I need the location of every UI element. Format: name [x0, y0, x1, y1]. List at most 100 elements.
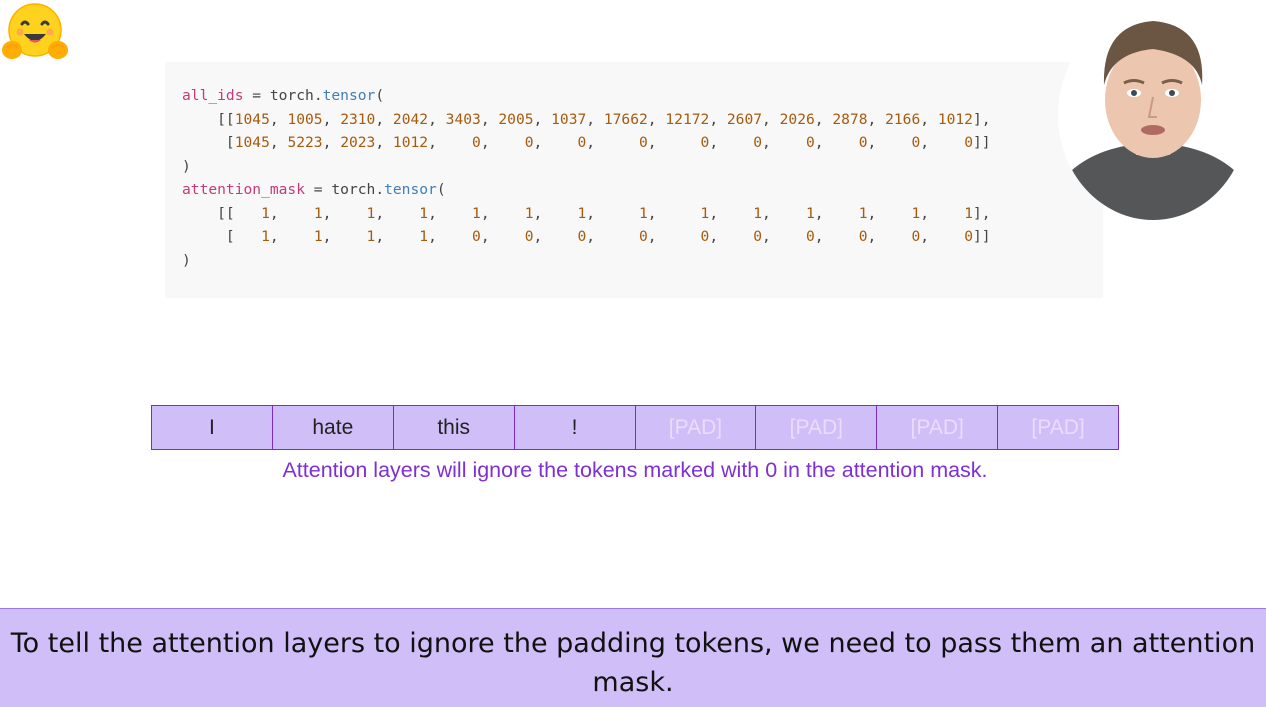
code-token: 0 — [577, 134, 587, 151]
code-line: [[1045, 1005, 2310, 2042, 3403, 2005, 10… — [182, 110, 990, 128]
code-token: [ — [182, 228, 262, 245]
code-token: , — [269, 228, 314, 245]
code-line: [ 1, 1, 1, 1, 0, 0, 0, 0, 0, 0, 0, 0, 0,… — [182, 228, 991, 245]
code-token: 1 — [261, 228, 270, 245]
code-token: , — [533, 134, 578, 151]
code-token: , — [322, 110, 341, 128]
code-token: , — [762, 228, 806, 245]
code-token: 0 — [700, 228, 710, 245]
code-token: ) — [182, 251, 191, 269]
code-token: , — [814, 228, 859, 245]
code-token: 1 — [858, 204, 868, 222]
code-token: tensor — [322, 87, 376, 104]
code-token: . — [375, 181, 385, 198]
pad-token-cell: [PAD] — [877, 406, 999, 449]
code-token: , — [428, 110, 446, 128]
code-line: ) — [182, 158, 191, 175]
code-token: , — [269, 134, 288, 151]
code-token: 1 — [639, 204, 648, 222]
code-token: , — [375, 134, 393, 151]
code-line: ) — [182, 252, 191, 269]
code-token: , — [533, 110, 552, 128]
code-token: 1 — [261, 204, 270, 222]
code-token: 2023 — [340, 134, 376, 151]
pad-token-cell: [PAD] — [998, 406, 1118, 449]
code-token: torch — [269, 87, 314, 104]
code-token: 1 — [313, 228, 323, 245]
code-token: 1 — [419, 204, 429, 222]
hugging-face-logo-icon — [2, 3, 68, 59]
code-token: , — [269, 204, 314, 222]
code-token: 0 — [639, 134, 648, 151]
code-token: 0 — [524, 134, 534, 151]
code-token: [[ — [182, 110, 235, 128]
code-token: = — [305, 181, 332, 198]
code-token: = — [243, 87, 270, 104]
code-token: , — [586, 204, 639, 222]
code-token: 12172 — [665, 110, 710, 128]
code-token: ]] — [972, 134, 991, 151]
code-token: 0 — [472, 134, 481, 151]
code-token: 2005 — [498, 110, 534, 128]
code-token: 0 — [805, 228, 815, 245]
pad-token-cell: [PAD] — [756, 406, 878, 449]
code-line: [1045, 5223, 2023, 1012, 0, 0, 0, 0, 0, … — [182, 134, 991, 151]
code-token: ) — [182, 157, 191, 175]
caption-text: To tell the attention layers to ignore t… — [10, 628, 1256, 698]
code-token: 1 — [964, 204, 973, 222]
code-token: , — [709, 204, 754, 222]
code-token: , — [762, 204, 806, 222]
code-token: , — [480, 228, 525, 245]
code-token: 0 — [524, 228, 534, 245]
code-token: 1 — [753, 204, 763, 222]
code-token: 1 — [472, 204, 481, 222]
code-token: 1045 — [234, 110, 270, 128]
code-token: , — [762, 134, 806, 151]
attention-note: Attention layers will ignore the tokens … — [282, 458, 988, 482]
code-token: , — [920, 228, 965, 245]
code-token: 0 — [639, 228, 648, 245]
code-token: 2042 — [392, 110, 429, 128]
token-cell: hate — [272, 406, 394, 449]
code-token: , — [867, 228, 912, 245]
code-token: 1012 — [937, 110, 973, 128]
code-token: , — [814, 204, 859, 222]
code-token: 1 — [577, 204, 587, 222]
code-token: , — [867, 110, 886, 128]
code-token: 2166 — [885, 110, 921, 128]
code-token: , — [867, 134, 912, 151]
code-token: 1 — [805, 204, 815, 222]
code-token: ( — [375, 87, 385, 104]
code-token: , — [269, 110, 288, 128]
code-token: 2026 — [779, 110, 815, 128]
code-token: 17662 — [603, 110, 648, 128]
code-token: , — [480, 134, 525, 151]
code-token: , — [709, 134, 754, 151]
code-token: , — [375, 228, 420, 245]
caption-bar: To tell the attention layers to ignore t… — [0, 608, 1266, 707]
code-token: 1005 — [287, 110, 323, 128]
code-line: all_ids = torch.tensor( — [182, 87, 384, 104]
code-token: , — [586, 228, 639, 245]
code-token: 1 — [524, 204, 534, 222]
code-token: , — [480, 204, 525, 222]
token-cell: this — [393, 406, 515, 449]
code-token: , — [480, 110, 499, 128]
code-token: 0 — [858, 228, 868, 245]
code-token: , — [375, 204, 420, 222]
code-token: , — [533, 204, 578, 222]
code-token: , — [322, 134, 341, 151]
code-token: 3403 — [445, 110, 481, 128]
code-token: 2607 — [726, 110, 763, 128]
code-token: 0 — [472, 228, 481, 245]
code-token: 1045 — [234, 134, 270, 151]
code-token: 0 — [805, 134, 815, 151]
code-token: tensor — [384, 181, 437, 198]
code-token: [[ — [182, 204, 262, 222]
code-token: , — [762, 110, 780, 128]
token-strip: Ihate this! [PAD] [PAD] [PAD] [PAD] — [151, 405, 1119, 450]
code-token: ( — [436, 181, 446, 198]
code-token: . — [313, 87, 323, 104]
code-token: 1012 — [392, 134, 429, 151]
code-token: , — [814, 134, 859, 151]
